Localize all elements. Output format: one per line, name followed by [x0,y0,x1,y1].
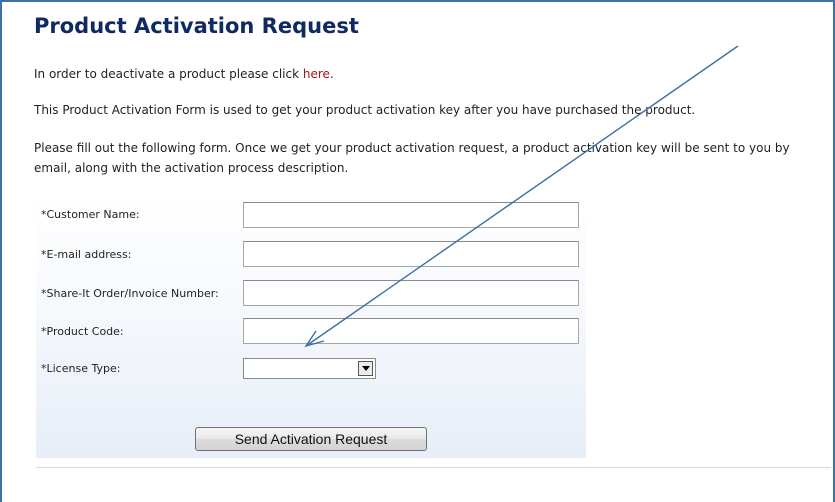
annotation-arrow-line [305,45,739,347]
annotation-arrow [304,45,739,348]
